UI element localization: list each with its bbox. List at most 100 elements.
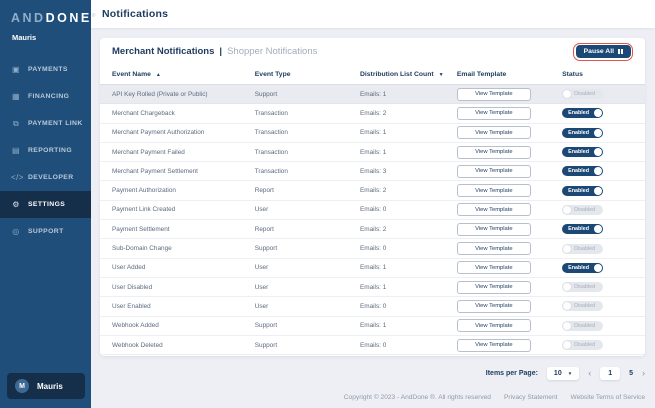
status-toggle[interactable]: Enabled <box>562 128 603 138</box>
view-template-button[interactable]: View Template <box>457 281 531 294</box>
status-cell: Disabled <box>562 205 633 215</box>
status-toggle[interactable]: Enabled <box>562 224 603 234</box>
status-cell: Disabled <box>562 244 633 254</box>
org-name: Mauris <box>0 25 91 42</box>
sidebar-item-label: DEVELOPER <box>28 174 74 181</box>
table-row: API Key Rolled (Private or Public)Suppor… <box>100 85 645 104</box>
event-type-cell: Transaction <box>255 129 360 136</box>
filter-icon[interactable]: ▼ <box>439 72 444 78</box>
table-row: Webhook AddedSupportEmails: 1View Templa… <box>100 317 645 336</box>
sidebar-item-reporting[interactable]: ▤REPORTING <box>0 137 91 164</box>
column-header-event-name[interactable]: Event Name ▲ <box>112 71 255 78</box>
status-cell: Disabled <box>562 340 633 350</box>
status-cell: Enabled <box>562 128 633 138</box>
sidebar-item-developer[interactable]: </>DEVELOPER <box>0 164 91 191</box>
view-template-button[interactable]: View Template <box>457 203 531 216</box>
view-template-button[interactable]: View Template <box>457 88 531 101</box>
status-toggle[interactable]: Disabled <box>562 205 603 215</box>
view-template-button[interactable]: View Template <box>457 300 531 313</box>
event-name-cell: Payment Link Created <box>112 206 255 213</box>
topbar: Notifications <box>91 0 655 28</box>
column-header-email-template: Email Template <box>457 71 562 78</box>
status-label: Enabled <box>568 188 589 194</box>
user-chip[interactable]: M Mauris <box>7 373 85 399</box>
table-row: Webhook DeletedSupportEmails: 0View Temp… <box>100 336 645 355</box>
privacy-statement-link[interactable]: Privacy Statement <box>504 394 558 401</box>
page-size-select[interactable]: 10 ▼ <box>547 367 579 380</box>
view-template-button[interactable]: View Template <box>457 261 531 274</box>
table-row: Sub-Domain ChangeSupportEmails: 0View Te… <box>100 239 645 258</box>
distribution-list-count-cell: Emails: 2 <box>360 110 457 117</box>
status-toggle[interactable]: Disabled <box>562 89 603 99</box>
event-type-cell: Transaction <box>255 110 360 117</box>
pause-icon <box>618 49 623 54</box>
view-template-button[interactable]: View Template <box>457 165 531 178</box>
current-page-button[interactable]: 1 <box>600 367 620 380</box>
event-type-cell: Support <box>255 245 360 252</box>
app-root: { "sidebar": { "logo": { "part1": "AND",… <box>0 0 655 408</box>
prev-page-button[interactable]: ‹ <box>588 369 591 378</box>
table-row: Merchant Payment FailedTransactionEmails… <box>100 143 645 162</box>
view-template-button[interactable]: View Template <box>457 339 531 352</box>
sidebar-item-payments[interactable]: ▣PAYMENTS <box>0 56 91 83</box>
email-template-cell: View Template <box>457 165 562 178</box>
status-toggle[interactable]: Disabled <box>562 340 603 350</box>
table-header: Event Name ▲ Event Type Distribution Lis… <box>100 65 645 85</box>
tab-merchant-notifications[interactable]: Merchant Notifications <box>112 46 214 57</box>
sidebar-item-payment-link[interactable]: ⧉PAYMENT LINK <box>0 110 91 137</box>
email-template-cell: View Template <box>457 126 562 139</box>
view-template-button[interactable]: View Template <box>457 107 531 120</box>
distribution-list-count-cell: Emails: 1 <box>360 322 457 329</box>
status-label: Disabled <box>574 323 595 329</box>
status-label: Disabled <box>574 284 595 290</box>
status-toggle[interactable]: Enabled <box>562 108 603 118</box>
status-toggle[interactable]: Disabled <box>562 301 603 311</box>
sidebar-item-settings[interactable]: ⚙SETTINGS <box>0 191 91 218</box>
event-type-cell: Transaction <box>255 168 360 175</box>
distribution-list-count-cell: Emails: 0 <box>360 303 457 310</box>
pause-all-button[interactable]: Pause All <box>576 45 631 58</box>
chevron-down-icon: ▼ <box>568 371 572 376</box>
status-toggle[interactable]: Disabled <box>562 282 603 292</box>
view-template-button[interactable]: View Template <box>457 146 531 159</box>
status-label: Disabled <box>574 342 595 348</box>
view-template-button[interactable]: View Template <box>457 223 531 236</box>
event-name-cell: Merchant Chargeback <box>112 110 255 117</box>
terms-of-service-link[interactable]: Website Terms of Service <box>570 394 645 401</box>
sidebar-item-support[interactable]: ◎SUPPORT <box>0 218 91 245</box>
distribution-list-count-cell: Emails: 1 <box>360 264 457 271</box>
support-icon: ◎ <box>11 227 21 236</box>
distribution-list-count-cell: Emails: 2 <box>360 226 457 233</box>
logo-part2: DONE <box>46 11 92 25</box>
status-toggle[interactable]: Enabled <box>562 166 603 176</box>
status-toggle[interactable]: Enabled <box>562 147 603 157</box>
status-cell: Enabled <box>562 263 633 273</box>
view-template-button[interactable]: View Template <box>457 126 531 139</box>
email-template-cell: View Template <box>457 281 562 294</box>
toggle-knob <box>563 341 571 349</box>
event-type-cell: Support <box>255 91 360 98</box>
view-template-button[interactable]: View Template <box>457 184 531 197</box>
status-label: Enabled <box>568 149 589 155</box>
distribution-list-count-cell: Emails: 1 <box>360 284 457 291</box>
sidebar-item-financing[interactable]: ▦FINANCING <box>0 83 91 110</box>
column-header-distribution-list-count[interactable]: Distribution List Count ▼ <box>360 71 457 78</box>
view-template-button[interactable]: View Template <box>457 242 531 255</box>
column-header-status: Status <box>562 71 633 78</box>
status-label: Disabled <box>574 91 595 97</box>
event-name-cell: User Disabled <box>112 284 255 291</box>
distribution-list-count-cell: Emails: 3 <box>360 168 457 175</box>
sort-asc-icon[interactable]: ▲ <box>156 72 161 78</box>
last-page-button[interactable]: 5 <box>629 370 633 377</box>
status-toggle[interactable]: Disabled <box>562 321 603 331</box>
view-template-button[interactable]: View Template <box>457 319 531 332</box>
status-toggle[interactable]: Enabled <box>562 186 603 196</box>
notifications-card: Merchant Notifications | Shopper Notific… <box>100 38 645 356</box>
distribution-list-count-cell: Emails: 1 <box>360 91 457 98</box>
tab-shopper-notifications[interactable]: Shopper Notifications <box>227 46 317 57</box>
payments-icon: ▣ <box>11 65 21 74</box>
next-page-button[interactable]: › <box>642 369 645 378</box>
status-toggle[interactable]: Disabled <box>562 244 603 254</box>
event-type-cell: Support <box>255 322 360 329</box>
status-toggle[interactable]: Enabled <box>562 263 603 273</box>
